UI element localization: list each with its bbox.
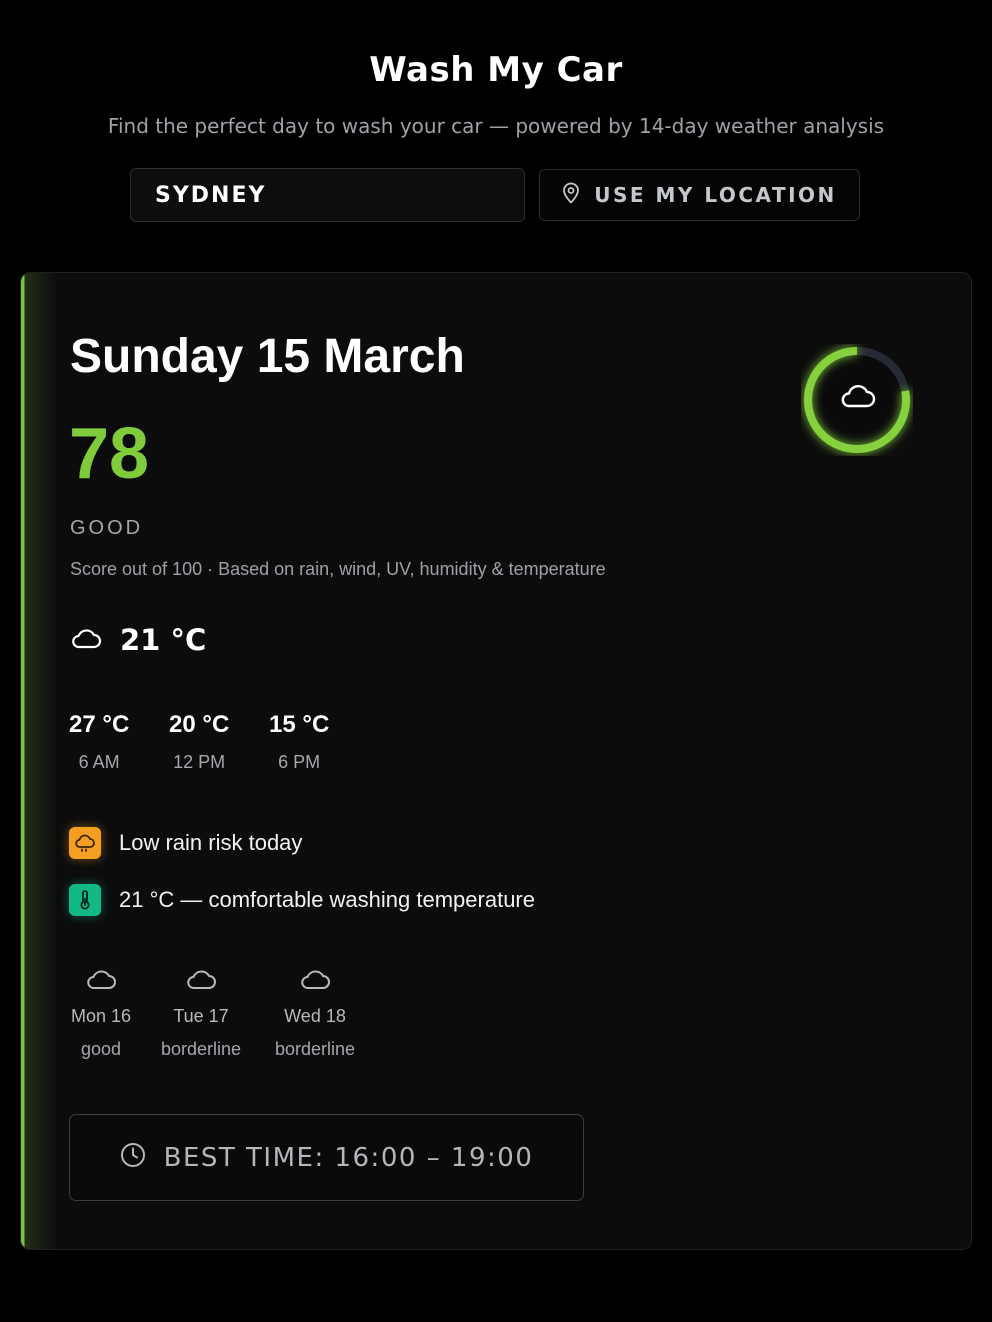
hourly-time: 6 PM bbox=[278, 752, 321, 772]
forecast-day-label: Tue 17 bbox=[173, 1006, 229, 1026]
app-title: Wash My Car bbox=[369, 50, 623, 90]
cloud-icon bbox=[69, 967, 133, 996]
current-temperature: 21 °C bbox=[120, 623, 207, 657]
hourly-temperature: 15 °C bbox=[269, 711, 330, 738]
card-accent-bar bbox=[21, 273, 57, 1249]
cloud-icon bbox=[155, 967, 247, 996]
city-search-input[interactable] bbox=[131, 169, 524, 221]
forecast-day-status: good bbox=[80, 1039, 122, 1059]
clock-icon bbox=[120, 1142, 146, 1173]
score-ring bbox=[801, 344, 913, 456]
best-time-label: BEST TIME: 16:00 – 19:00 bbox=[163, 1142, 534, 1173]
score-rating: GOOD bbox=[70, 517, 144, 539]
city-search-box bbox=[130, 168, 525, 222]
score-note: Score out of 100 · Based on rain, wind, … bbox=[70, 559, 606, 579]
hourly-time: 12 PM bbox=[173, 752, 226, 772]
temperature-tip: 21 °C — comfortable washing temperature bbox=[69, 884, 535, 916]
hourly-item: 27 °C 6 AM bbox=[69, 711, 129, 773]
today-score-card: Sunday 15 March 78 GOOD Score out of 100… bbox=[20, 272, 972, 1250]
hourly-item: 20 °C 12 PM bbox=[169, 711, 229, 773]
app-subtitle: Find the perfect day to wash your car — … bbox=[107, 114, 885, 138]
forecast-day[interactable]: Tue 17 borderline bbox=[155, 967, 247, 1060]
forecast-day-label: Wed 18 bbox=[284, 1006, 346, 1026]
forecast-day[interactable]: Wed 18 borderline bbox=[269, 967, 361, 1060]
card-date: Sunday 15 March bbox=[70, 330, 465, 383]
wash-score: 78 bbox=[69, 414, 150, 494]
use-my-location-button[interactable]: USE MY LOCATION bbox=[539, 169, 860, 221]
temperature-tip-text: 21 °C — comfortable washing temperature bbox=[119, 887, 535, 912]
best-time-box: BEST TIME: 16:00 – 19:00 bbox=[69, 1114, 584, 1201]
hourly-temperature: 27 °C bbox=[69, 711, 130, 738]
hourly-temperature: 20 °C bbox=[169, 711, 230, 738]
forecast-day-status: borderline bbox=[160, 1039, 242, 1059]
forecast-day-status: borderline bbox=[274, 1039, 356, 1059]
thermometer-icon bbox=[69, 884, 101, 916]
current-weather: 21 °C bbox=[70, 623, 206, 657]
rain-risk-tip: Low rain risk today bbox=[69, 827, 302, 859]
cloud-icon bbox=[269, 967, 361, 996]
cloud-icon bbox=[70, 626, 102, 655]
use-my-location-label: USE MY LOCATION bbox=[594, 183, 837, 207]
hourly-time: 6 AM bbox=[78, 752, 120, 772]
rain-risk-text: Low rain risk today bbox=[119, 830, 303, 855]
rain-cloud-icon bbox=[69, 827, 101, 859]
forecast-day[interactable]: Mon 16 good bbox=[69, 967, 133, 1060]
map-pin-icon bbox=[562, 182, 580, 209]
hourly-item: 15 °C 6 PM bbox=[269, 711, 329, 773]
forecast-day-label: Mon 16 bbox=[70, 1006, 132, 1026]
